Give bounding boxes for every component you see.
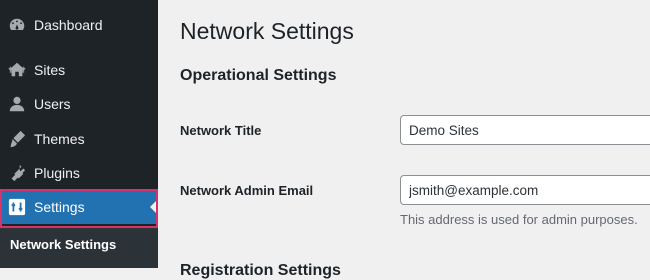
settings-icon	[8, 198, 26, 216]
admin-email-description: This address is used for admin purposes.	[400, 212, 638, 227]
sidebar-item-label: Settings	[34, 199, 85, 215]
admin-sidebar: Dashboard Sites Users Themes Plugins Set…	[0, 0, 158, 268]
registration-settings-heading: Registration Settings	[180, 262, 341, 279]
themes-icon	[8, 130, 26, 148]
sites-icon	[8, 61, 26, 79]
section-title: Operational Settings	[180, 67, 337, 84]
sidebar-item-plugins[interactable]: Plugins	[0, 156, 158, 190]
sidebar-item-themes[interactable]: Themes	[0, 122, 158, 156]
sidebar-item-label: Sites	[34, 62, 66, 78]
sidebar-item-label: Themes	[34, 131, 85, 147]
sidebar-item-label: Dashboard	[34, 17, 103, 33]
sidebar-item-settings[interactable]: Settings	[0, 190, 158, 224]
network-title-label: Network Title	[180, 123, 262, 138]
page-title: Network Settings	[180, 18, 354, 44]
sidebar-item-label: Plugins	[34, 165, 80, 181]
dashboard-icon	[8, 16, 26, 34]
network-admin-email-label: Network Admin Email	[180, 183, 314, 198]
network-title-input[interactable]	[400, 115, 650, 145]
sidebar-item-sites[interactable]: Sites	[0, 53, 158, 87]
network-admin-email-input[interactable]	[400, 175, 650, 205]
plugins-icon	[8, 164, 26, 182]
sidebar-item-dashboard[interactable]: Dashboard	[0, 8, 158, 42]
submenu-item-network-settings[interactable]: Network Settings	[10, 237, 116, 252]
users-icon	[8, 95, 26, 113]
active-indicator-arrow	[150, 199, 158, 215]
sidebar-item-users[interactable]: Users	[0, 87, 158, 121]
sidebar-item-label: Users	[34, 96, 71, 112]
